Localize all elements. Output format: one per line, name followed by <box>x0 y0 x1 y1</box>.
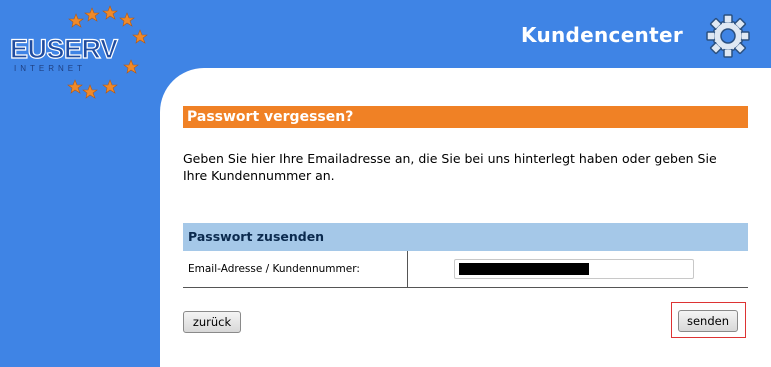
page-title: Kundencenter <box>521 23 683 47</box>
email-field[interactable] <box>454 259 694 279</box>
form-row: Email-Adresse / Kundennummer: <box>183 251 748 288</box>
intro-text: Geben Sie hier Ihre Emailadresse an, die… <box>183 151 717 183</box>
redacted-value <box>459 263 589 275</box>
logo-star <box>132 29 148 44</box>
email-field-label: Email-Adresse / Kundennummer: <box>188 251 408 287</box>
euserv-logo[interactable]: EUSERV INTERNET <box>0 0 160 110</box>
section-title: Passwort vergessen? <box>183 106 748 128</box>
logo-star <box>68 13 84 28</box>
logo-star <box>84 7 100 22</box>
back-button[interactable]: zurück <box>183 311 241 333</box>
logo-star <box>82 84 98 99</box>
gear-icon <box>704 12 752 60</box>
send-button-highlight: senden <box>671 302 746 338</box>
logo-star <box>123 59 139 74</box>
logo-star <box>119 12 135 27</box>
logo-star <box>67 79 83 94</box>
logo-text: EUSERV <box>10 34 118 64</box>
form-title: Passwort zusenden <box>183 223 748 251</box>
logo-star <box>102 5 118 20</box>
send-button[interactable]: senden <box>678 310 738 332</box>
logo-subtext: INTERNET <box>14 64 86 73</box>
content-panel: Passwort vergessen? Geben Sie hier Ihre … <box>160 68 771 367</box>
logo-star <box>102 79 118 94</box>
